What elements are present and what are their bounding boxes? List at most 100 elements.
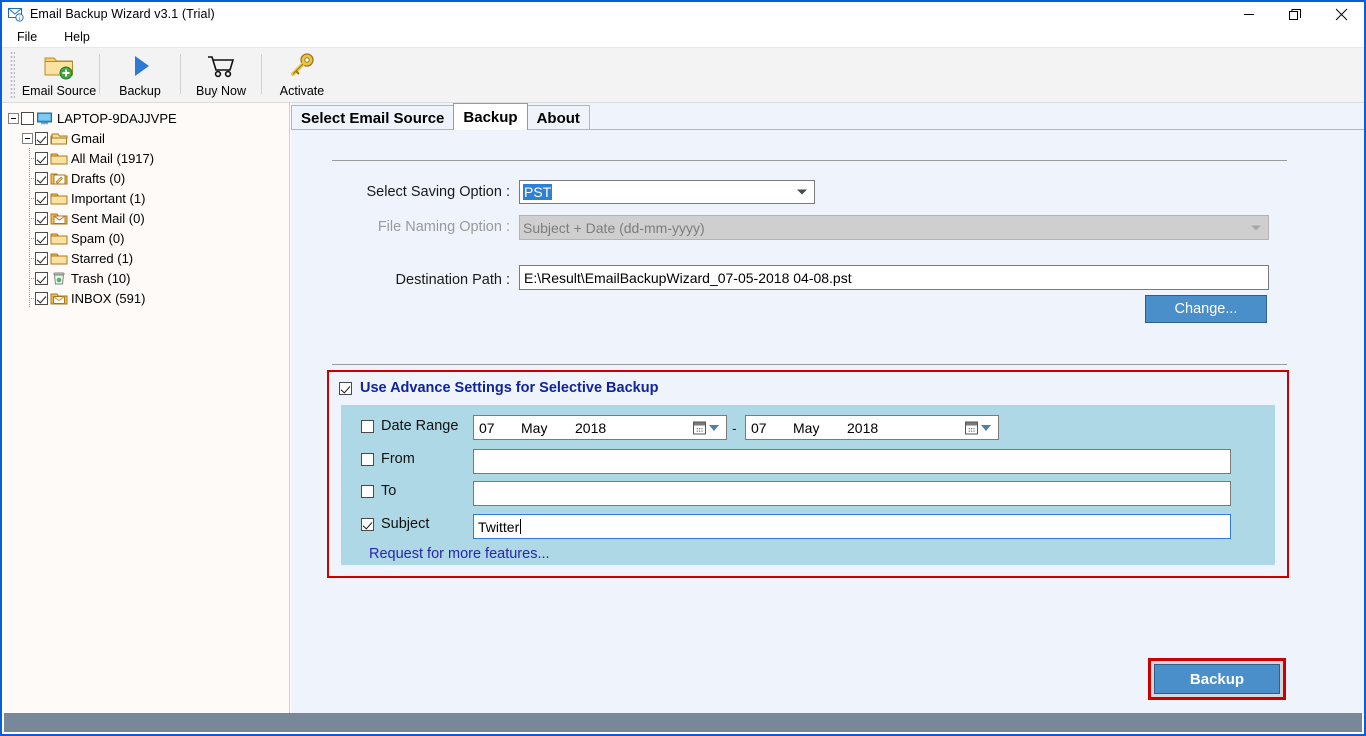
tree-folder-checkbox[interactable] xyxy=(35,151,48,165)
play-triangle-icon xyxy=(123,51,157,81)
trash-icon xyxy=(50,271,68,286)
chevron-down-icon[interactable] xyxy=(709,424,719,431)
calendar-icon[interactable] xyxy=(693,421,706,434)
file-naming-value: Subject + Date (dd-mm-yyyy) xyxy=(523,219,705,236)
toolbar-activate-label: Activate xyxy=(279,84,325,98)
tree-folder-label: Drafts (0) xyxy=(71,170,126,186)
tab-backup[interactable]: Backup xyxy=(453,103,528,130)
backup-button-highlight: Backup xyxy=(1148,658,1286,700)
tree-account-label: Gmail xyxy=(71,130,105,146)
tree-folder-all-mail[interactable]: All Mail (1917) xyxy=(4,148,289,168)
date-to-day: 07 xyxy=(751,419,767,436)
tree-folder-checkbox[interactable] xyxy=(35,251,48,265)
tree-line xyxy=(24,248,35,268)
folder-add-icon xyxy=(42,51,76,81)
date-range-separator: - xyxy=(732,420,737,436)
tree-folder-label: Trash (10) xyxy=(71,270,131,286)
tree-folder-starred[interactable]: Starred (1) xyxy=(4,248,289,268)
folder-sent-icon xyxy=(50,211,68,226)
date-range-checkbox-box[interactable] xyxy=(361,420,374,433)
close-button[interactable] xyxy=(1318,2,1364,26)
tree-folder-checkbox[interactable] xyxy=(35,191,48,205)
date-range-to-field[interactable]: 07 May 2018 xyxy=(745,415,999,440)
tree-folder-checkbox[interactable] xyxy=(35,271,48,285)
date-range-from-field[interactable]: 07 May 2018 xyxy=(473,415,727,440)
to-label: To xyxy=(381,483,397,499)
tree-folder-label: Spam (0) xyxy=(71,230,125,246)
tree-folder-spam[interactable]: Spam (0) xyxy=(4,228,289,248)
toolbar-email-source-label: Email Source xyxy=(21,84,97,98)
backup-button[interactable]: Backup xyxy=(1154,664,1280,694)
section-divider-bottom xyxy=(332,364,1287,365)
tree-folder-inbox[interactable]: INBOX (591) xyxy=(4,288,289,308)
from-checkbox-box[interactable] xyxy=(361,453,374,466)
folder-tree-panel[interactable]: LAPTOP-9DAJJVPE Gmail All Mail (1917) Dr… xyxy=(4,103,290,714)
folder-inbox-icon xyxy=(50,291,68,306)
tab-select-email-source[interactable]: Select Email Source xyxy=(291,105,455,130)
tree-folder-drafts[interactable]: Drafts (0) xyxy=(4,168,289,188)
svg-text:i: i xyxy=(19,16,20,22)
tree-folder-checkbox[interactable] xyxy=(35,231,48,245)
chevron-down-icon xyxy=(1251,225,1261,230)
tree-node-account[interactable]: Gmail xyxy=(4,128,289,148)
text-caret xyxy=(520,519,522,534)
tab-strip: Select Email Source Backup About xyxy=(291,103,590,130)
subject-input[interactable]: Twitter xyxy=(473,514,1231,539)
saving-option-select[interactable]: PST xyxy=(519,180,815,204)
menu-help[interactable]: Help xyxy=(52,28,102,46)
expander-icon[interactable] xyxy=(22,132,33,144)
shopping-cart-icon xyxy=(204,51,238,81)
date-to-year: 2018 xyxy=(847,419,879,436)
toolbar-backup[interactable]: Backup xyxy=(100,48,180,100)
tree-account-checkbox[interactable] xyxy=(35,131,48,145)
tree-folder-sent-mail[interactable]: Sent Mail (0) xyxy=(4,208,289,228)
from-checkbox[interactable] xyxy=(361,453,376,466)
destination-path-input[interactable]: E:\Result\EmailBackupWizard_07-05-2018 0… xyxy=(519,265,1269,290)
calendar-icon[interactable] xyxy=(965,421,978,434)
menu-file[interactable]: File xyxy=(5,28,49,46)
tab-about[interactable]: About xyxy=(526,105,590,130)
subject-checkbox-box[interactable] xyxy=(361,518,374,531)
window-controls xyxy=(1226,2,1364,26)
file-naming-label: File Naming Option : xyxy=(377,219,510,235)
date-range-checkbox[interactable] xyxy=(361,420,376,433)
destination-path-label: Destination Path : xyxy=(395,272,510,288)
chevron-down-icon[interactable] xyxy=(981,424,991,431)
request-more-features-link[interactable]: Request for more features... xyxy=(369,546,550,562)
use-advance-settings-label: Use Advance Settings for Selective Backu… xyxy=(360,380,659,396)
tree-folder-checkbox[interactable] xyxy=(35,171,48,185)
maximize-restore-button[interactable] xyxy=(1272,2,1318,26)
folders-stack-icon xyxy=(50,131,68,146)
advanced-settings-header[interactable]: Use Advance Settings for Selective Backu… xyxy=(339,380,658,396)
folder-icon xyxy=(50,191,68,206)
subject-label: Subject xyxy=(381,516,430,532)
tree-folder-important[interactable]: Important (1) xyxy=(4,188,289,208)
to-input[interactable] xyxy=(473,481,1231,506)
subject-checkbox[interactable] xyxy=(361,518,376,531)
toolbar-grip[interactable] xyxy=(10,51,15,99)
tree-root-checkbox[interactable] xyxy=(21,111,34,125)
tree-node-root[interactable]: LAPTOP-9DAJJVPE xyxy=(4,108,289,128)
chevron-down-icon xyxy=(797,189,807,195)
toolbar-activate[interactable]: Activate xyxy=(262,48,342,100)
to-checkbox-box[interactable] xyxy=(361,485,374,498)
minimize-button[interactable] xyxy=(1226,2,1272,26)
expander-icon[interactable] xyxy=(8,112,19,124)
tree-folder-label: Important (1) xyxy=(71,190,146,206)
tree-folder-label: Sent Mail (0) xyxy=(71,210,145,226)
to-checkbox[interactable] xyxy=(361,485,376,498)
envelope-app-icon: i xyxy=(8,6,24,22)
toolbar-backup-label: Backup xyxy=(119,84,161,98)
toolbar-buy-now[interactable]: Buy Now xyxy=(181,48,261,100)
key-icon xyxy=(285,51,319,81)
advanced-settings-fields: Date Range 07 May 2018 - 07 May 2018 Fro… xyxy=(341,405,1275,565)
toolbar-email-source[interactable]: Email Source xyxy=(19,48,99,100)
toolbar-buy-now-label: Buy Now xyxy=(195,84,247,98)
change-button[interactable]: Change... xyxy=(1145,295,1267,323)
section-divider-top xyxy=(332,160,1287,161)
from-input[interactable] xyxy=(473,449,1231,474)
tree-folder-checkbox[interactable] xyxy=(35,291,48,305)
use-advance-settings-checkbox[interactable] xyxy=(339,381,352,395)
tree-folder-trash[interactable]: Trash (10) xyxy=(4,268,289,288)
tree-folder-checkbox[interactable] xyxy=(35,211,48,225)
